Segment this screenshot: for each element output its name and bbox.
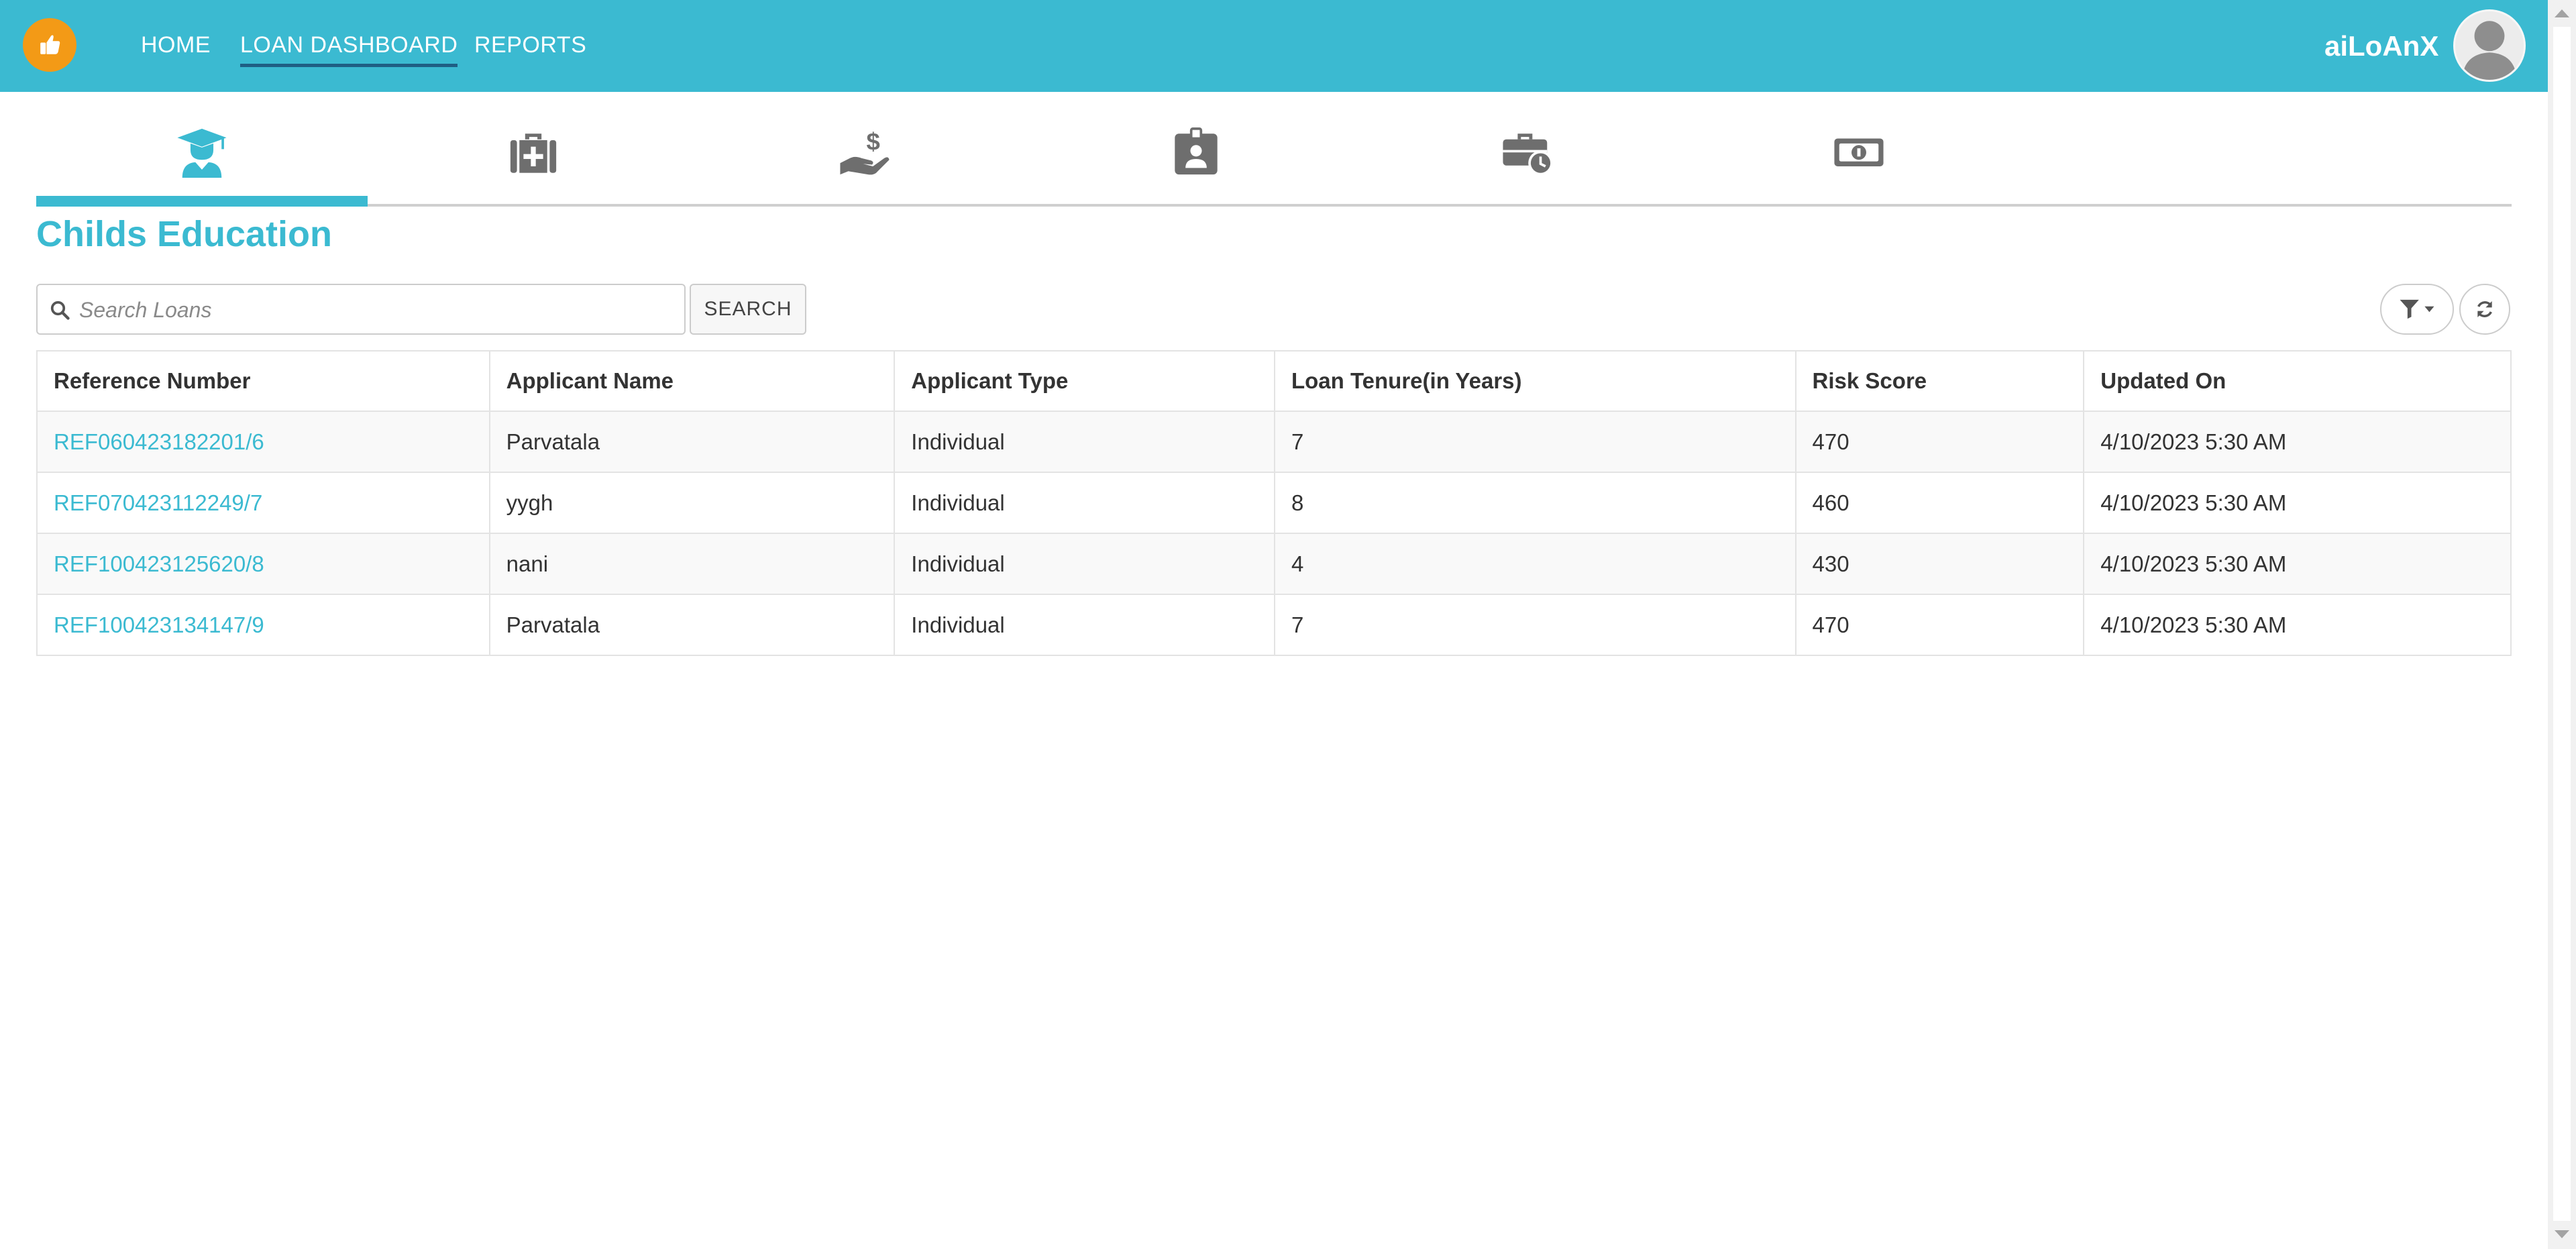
reference-number-link[interactable]: REF060423182201/6: [54, 429, 264, 454]
reference-number-cell: REF100423134147/9: [36, 594, 490, 656]
column-header-updated-on[interactable]: Updated On: [2083, 350, 2512, 412]
refresh-button[interactable]: [2459, 284, 2510, 335]
reference-number-link[interactable]: REF070423112249/7: [54, 490, 262, 515]
id-badge-icon: [1175, 127, 1218, 175]
updated-on-cell: 4/10/2023 5:30 AM: [2083, 533, 2512, 595]
user-avatar[interactable]: [2453, 9, 2526, 82]
scrollbar-thumb[interactable]: [2553, 27, 2571, 1221]
reference-number-cell: REF100423125620/8: [36, 533, 490, 595]
scroll-up-arrow-icon[interactable]: [2555, 9, 2569, 17]
nav-loan-dashboard[interactable]: LOAN DASHBOARD: [240, 0, 458, 92]
briefcase-clock-icon: [1503, 133, 1553, 176]
vertical-scrollbar[interactable]: [2548, 0, 2576, 1249]
applicant-name-cell: nani: [488, 533, 896, 595]
graduate-icon: [177, 128, 227, 178]
applicant-name-cell: Parvatala: [488, 594, 896, 656]
applicant-name-cell: Parvatala: [488, 411, 896, 473]
tab-cash-loan[interactable]: [1693, 107, 2025, 204]
updated-on-cell: 4/10/2023 5:30 AM: [2083, 472, 2512, 534]
tab-medical[interactable]: [368, 107, 699, 204]
reference-number-cell: REF060423182201/6: [36, 411, 490, 473]
top-navbar: HOME LOAN DASHBOARD REPORTS aiLoAnX: [0, 0, 2548, 92]
filter-icon: [2400, 299, 2434, 319]
brand-name: aiLoAnX: [2324, 30, 2439, 62]
updated-on-cell: 4/10/2023 5:30 AM: [2083, 411, 2512, 473]
column-header-applicant-type[interactable]: Applicant Type: [894, 350, 1275, 412]
applicant-type-cell: Individual: [894, 472, 1275, 534]
caret-down-icon: [2424, 306, 2434, 313]
loan-tenure-cell: 7: [1273, 411, 1796, 473]
applicant-type-cell: Individual: [894, 594, 1275, 656]
loan-tenure-cell: 8: [1273, 472, 1796, 534]
table-row[interactable]: REF100423134147/9 Parvatala Individual 7…: [36, 594, 2512, 656]
column-header-applicant-name[interactable]: Applicant Name: [488, 350, 896, 412]
loan-category-tabs: $: [36, 107, 2512, 207]
user-silhouette-icon: [2462, 21, 2517, 80]
applicant-name-cell: yygh: [488, 472, 896, 534]
applicant-type-cell: Individual: [894, 533, 1275, 595]
search-field[interactable]: [36, 284, 686, 335]
refresh-icon: [2477, 301, 2492, 317]
table-row[interactable]: REF070423112249/7 yygh Individual 8 460 …: [36, 472, 2512, 534]
scroll-down-arrow-icon[interactable]: [2555, 1230, 2569, 1238]
risk-score-cell: 470: [1794, 411, 2085, 473]
page-title: Childs Education: [36, 214, 333, 254]
tab-childs-education[interactable]: [36, 107, 368, 207]
search-input[interactable]: [78, 289, 678, 331]
app-logo-icon[interactable]: [23, 18, 76, 72]
medical-kit-icon: [510, 133, 557, 173]
applicant-type-cell: Individual: [894, 411, 1275, 473]
thumbs-up-icon: [40, 35, 60, 54]
reference-number-cell: REF070423112249/7: [36, 472, 490, 534]
column-header-risk-score[interactable]: Risk Score: [1794, 350, 2085, 412]
reference-number-link[interactable]: REF100423134147/9: [54, 612, 264, 637]
loan-tenure-cell: 4: [1273, 533, 1796, 595]
column-header-loan-tenure[interactable]: Loan Tenure(in Years): [1273, 350, 1796, 412]
table-row[interactable]: REF100423125620/8 nani Individual 4 430 …: [36, 533, 2512, 595]
reference-number-link[interactable]: REF100423125620/8: [54, 551, 264, 576]
loans-table: Reference Number Applicant Name Applican…: [36, 350, 2512, 656]
search-button[interactable]: SEARCH: [690, 284, 806, 335]
nav-reports[interactable]: REPORTS: [474, 0, 586, 92]
table-row[interactable]: REF060423182201/6 Parvatala Individual 7…: [36, 411, 2512, 473]
nav-home[interactable]: HOME: [141, 0, 211, 92]
table-header-row: Reference Number Applicant Name Applican…: [36, 350, 2512, 412]
risk-score-cell: 430: [1794, 533, 2085, 595]
hand-dollar-icon: $: [840, 128, 890, 175]
risk-score-cell: 460: [1794, 472, 2085, 534]
tab-employee-id[interactable]: [1030, 107, 1362, 204]
search-icon: [50, 301, 70, 320]
svg-text:$: $: [866, 128, 879, 156]
tab-business-loan[interactable]: [1362, 107, 1693, 204]
updated-on-cell: 4/10/2023 5:30 AM: [2083, 594, 2512, 656]
tab-personal-loan[interactable]: $: [699, 107, 1030, 204]
column-header-reference-number[interactable]: Reference Number: [36, 350, 490, 412]
filter-button[interactable]: [2380, 284, 2454, 335]
money-bill-icon: [1834, 138, 1884, 166]
loan-tenure-cell: 7: [1273, 594, 1796, 656]
risk-score-cell: 470: [1794, 594, 2085, 656]
